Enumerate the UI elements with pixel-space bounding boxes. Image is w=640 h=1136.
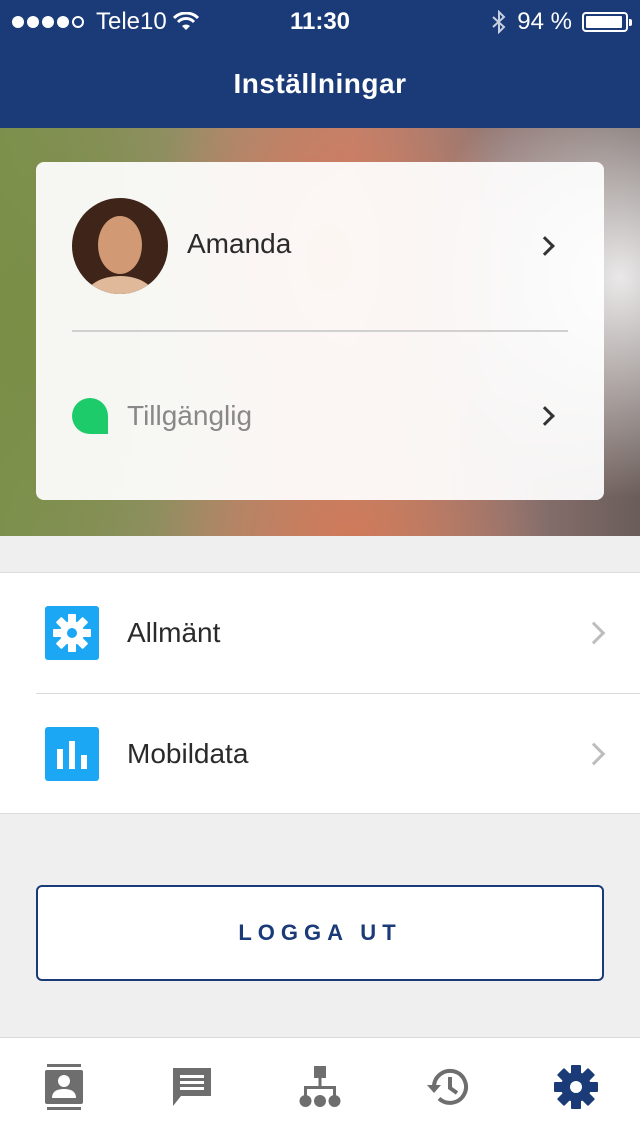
status-right: 94 %	[491, 8, 632, 36]
settings-list: Allmänt Mobildata	[0, 572, 640, 814]
settings-item-mobile-data[interactable]: Mobildata	[0, 694, 640, 814]
presence-label: Tillgänglig	[127, 400, 253, 431]
bluetooth-icon	[492, 10, 506, 34]
status-bar: Tele10 11:30 94 %	[0, 0, 640, 40]
page-title: Inställningar	[233, 68, 407, 99]
chat-icon	[173, 1068, 211, 1106]
bar-chart-icon	[45, 727, 99, 781]
tab-settings[interactable]	[512, 1038, 640, 1136]
battery-percent: 94 %	[517, 8, 572, 35]
contacts-icon	[45, 1064, 83, 1110]
profile-card: Amanda Tillgänglig	[36, 162, 604, 500]
presence-status-icon	[72, 398, 108, 434]
battery-icon	[582, 12, 632, 32]
org-chart-icon	[299, 1066, 341, 1107]
settings-item-general[interactable]: Allmänt	[0, 573, 640, 694]
settings-item-label: Allmänt	[127, 617, 221, 648]
chevron-right-icon	[535, 236, 555, 256]
chevron-right-icon	[582, 742, 606, 766]
profile-name: Amanda	[187, 228, 292, 259]
logout-button[interactable]: LOGGA UT	[36, 885, 604, 981]
profile-row[interactable]: Amanda	[36, 162, 604, 330]
chevron-right-icon	[582, 621, 606, 645]
tab-history[interactable]	[384, 1038, 512, 1136]
settings-gear-icon	[554, 1065, 598, 1109]
settings-item-label: Mobildata	[127, 738, 249, 769]
tab-chat[interactable]	[128, 1038, 256, 1136]
top-bar: Tele10 11:30 94 % Inställningar	[0, 0, 640, 128]
profile-hero-background: Amanda Tillgänglig	[0, 128, 640, 536]
gear-icon	[45, 606, 99, 660]
chevron-right-icon	[535, 406, 555, 426]
presence-row[interactable]: Tillgänglig	[36, 332, 604, 500]
history-icon	[427, 1068, 468, 1105]
tab-contacts[interactable]	[0, 1038, 128, 1136]
avatar	[72, 198, 168, 294]
tab-bar	[0, 1037, 640, 1136]
tab-organization[interactable]	[256, 1038, 384, 1136]
